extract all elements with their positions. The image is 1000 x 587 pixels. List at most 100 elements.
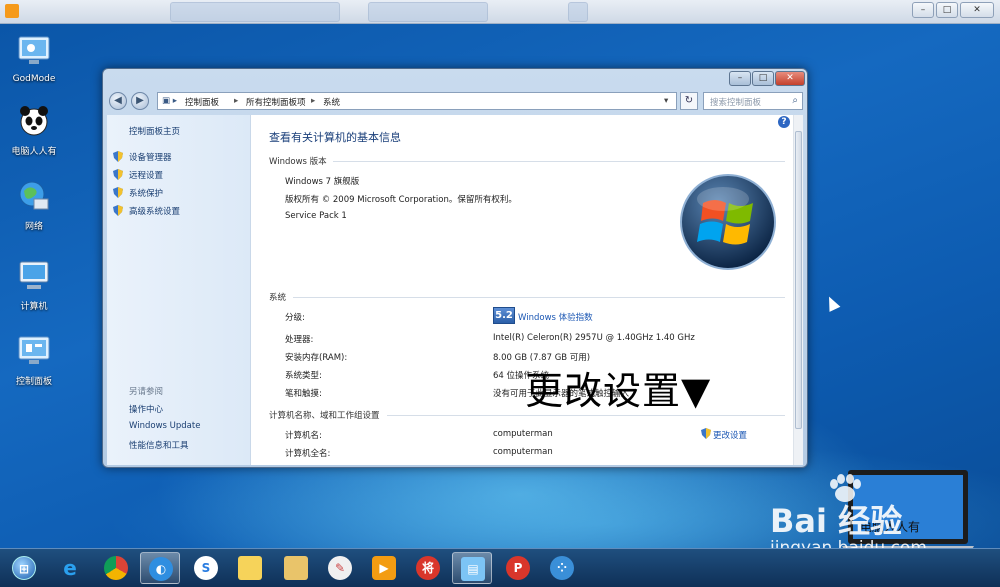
shield-icon [113,187,123,198]
divider [333,161,785,162]
search-icon[interactable]: ⌕ [792,95,798,106]
experience-index-badge[interactable]: 5.2 [493,307,515,324]
refresh-button[interactable]: ↻ [680,92,698,110]
player-title-bar: – □ ✕ [0,0,1000,24]
experience-index-link[interactable]: Windows 体验指数 [518,311,593,323]
taskbar-app-dots[interactable]: ⁘ [542,552,582,584]
desktop-icon-godmode[interactable]: GodMode [2,34,66,84]
action-center-link[interactable]: 操作中心 [129,403,163,415]
taskbar-paint[interactable]: ✎ [320,552,360,584]
folder-icon [284,556,308,580]
taskbar-chrome[interactable] [96,552,136,584]
paint-icon: ✎ [328,556,352,580]
main-content: 查看有关计算机的基本信息 Windows 版本 Windows 7 旗舰版 版权… [251,115,793,465]
edition-heading: Windows 版本 [269,157,327,167]
see-also-heading: 另请参阅 [129,387,164,397]
system-protection-link[interactable]: 系统保护 [129,187,163,199]
mouse-cursor [823,294,841,312]
breadcrumb-all-items[interactable]: 所有控制面板项 [246,96,306,108]
control-panel-icon [18,336,50,364]
taskbar-sogou[interactable]: S [186,552,226,584]
computer-name-label: 计算机名: [285,431,322,441]
background-tab [568,2,588,22]
search-input[interactable]: 搜索控制面板 [710,96,761,108]
desktop-icon-control-panel[interactable]: 控制面板 [2,334,66,387]
taskbar-app-p[interactable]: P [498,552,538,584]
window-close-button[interactable]: ✕ [775,71,805,86]
left-task-pane: 控制面板主页 设备管理器 远程设置 系统保护 高级系统设置 另请参阅 操作中心 … [107,115,251,465]
address-dropdown-icon[interactable]: ▾ [664,96,668,106]
desktop-icon-label: 电脑人人有 [11,147,57,157]
shield-icon [113,169,123,180]
pen-touch-label: 笔和触摸: [285,389,322,399]
taskbar-ie[interactable]: e [50,552,90,584]
full-name-label: 计算机全名: [285,449,331,459]
taskbar-control-panel[interactable]: ▤ [452,552,492,584]
control-panel-home-link[interactable]: 控制面板主页 [129,125,180,137]
breadcrumb-separator: ▸ [311,96,316,106]
forward-button[interactable]: ▶ [131,92,149,110]
desktop-icon-label: 控制面板 [15,377,52,387]
scrollbar-thumb[interactable] [795,131,802,429]
address-bar[interactable]: ▣ ▸ 控制面板 ▸ 所有控制面板项 ▸ 系统 ▾ [157,92,677,110]
desktop-icon-panda[interactable]: 电脑人人有 [2,104,66,157]
copyright-text: 版权所有 © 2009 Microsoft Corporation。保留所有权利… [285,195,517,205]
system-type-label: 系统类型: [285,371,322,381]
breadcrumb-control-panel[interactable]: 控制面板 [185,96,219,108]
desktop-icon-network[interactable]: 网络 [2,179,66,232]
window-minimize-button[interactable]: – [729,71,751,86]
advanced-system-settings-link[interactable]: 高级系统设置 [129,205,180,217]
background-tab [170,2,340,22]
desktop-icon-computer[interactable]: 计算机 [2,259,66,312]
system-heading: 系统 [269,293,287,303]
taskbar-browser[interactable]: ◐ [140,552,180,584]
shield-icon [701,428,711,439]
control-panel-icon [18,36,50,64]
divider [387,415,785,416]
device-manager-link[interactable]: 设备管理器 [129,151,172,163]
baidu-brand: Bai 经验 [770,502,903,540]
taskbar-notes[interactable] [230,552,270,584]
desktop-icon-label: 计算机 [20,302,48,312]
performance-tools-link[interactable]: 性能信息和工具 [129,439,189,451]
help-icon[interactable]: ? [778,116,790,128]
shield-icon [113,205,123,216]
desktop-icon-label: 网络 [24,222,43,232]
rating-label: 分级: [285,313,305,323]
divider [293,297,785,298]
network-globe-icon [19,181,49,210]
windows-edition: Windows 7 旗舰版 [285,177,360,187]
windows-update-link[interactable]: Windows Update [129,421,200,431]
window-maximize-button[interactable]: □ [752,71,774,86]
taskbar-app-jiang[interactable]: 将 [408,552,448,584]
jiang-app-icon: 将 [416,556,440,580]
notes-icon [238,556,262,580]
page-title: 查看有关计算机的基本信息 [269,131,401,144]
taskbar-player[interactable]: ▶ [364,552,404,584]
content-scrollbar[interactable] [793,115,803,465]
ram-label: 安装内存(RAM): [285,353,348,363]
computer-icon [19,261,49,289]
minimize-button[interactable]: – [912,2,934,18]
player-app-icon [5,4,19,18]
back-button[interactable]: ◀ [109,92,127,110]
windows-start-icon: ⊞ [12,556,36,580]
search-box[interactable]: 搜索控制面板 ⌕ [703,92,803,110]
full-name-value: computerman [493,447,553,457]
sogou-icon: S [194,556,218,580]
taskbar-explorer[interactable] [276,552,316,584]
close-button[interactable]: ✕ [960,2,994,18]
shield-icon [113,151,123,162]
panda-icon [20,106,48,136]
maximize-button[interactable]: □ [936,2,958,18]
processor-value: Intel(R) Celeron(R) 2957U @ 1.40GHz 1.40… [493,333,695,343]
ie-icon: e [63,556,77,580]
remote-settings-link[interactable]: 远程设置 [129,169,163,181]
browser-icon: ◐ [149,557,173,581]
address-root-icon: ▣ ▸ [162,96,177,106]
background-tab [368,2,488,22]
breadcrumb-system[interactable]: 系统 [323,96,340,108]
change-settings-link[interactable]: 更改设置 [713,429,747,441]
annotation-overlay: 更改设置▼ [525,369,712,413]
start-button[interactable]: ⊞ [4,552,48,584]
